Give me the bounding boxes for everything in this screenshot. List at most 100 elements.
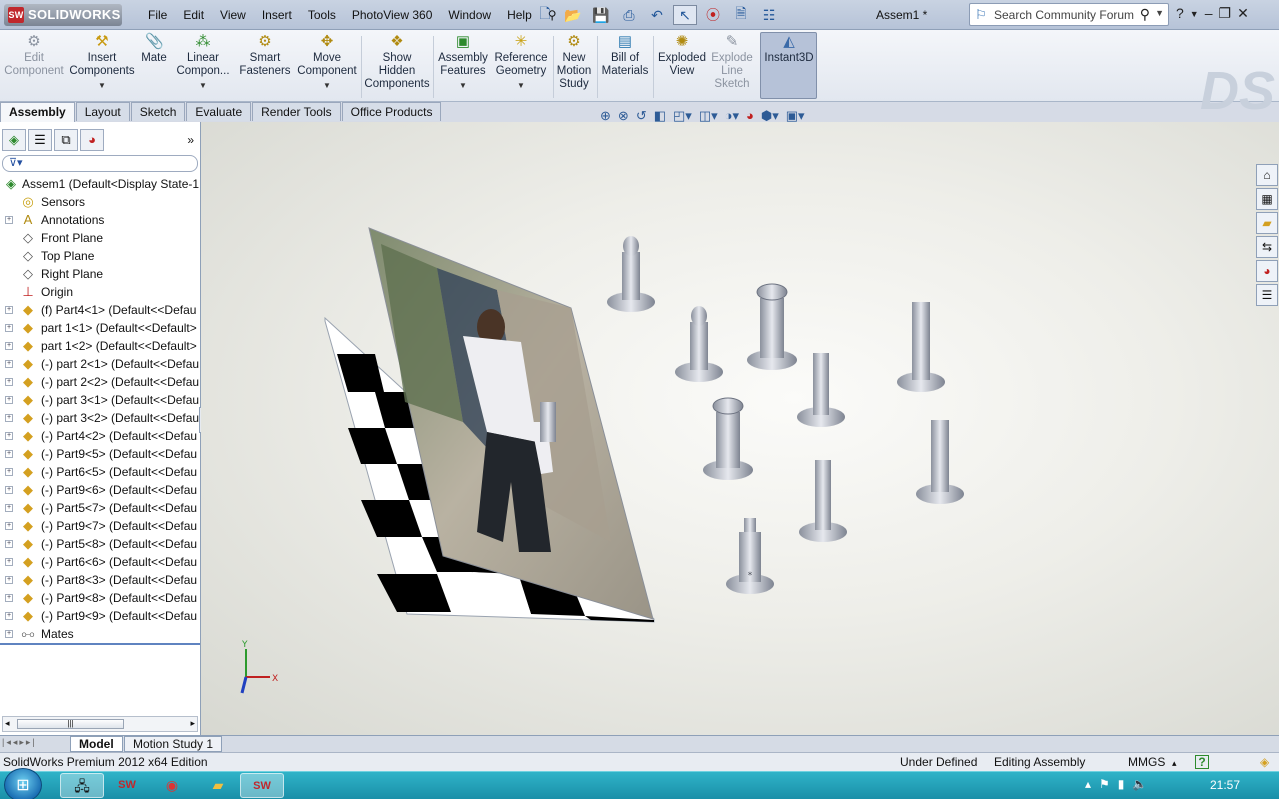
hide-show-items-icon[interactable]: ◑▾	[725, 108, 739, 124]
rebuild-traffic-light-icon[interactable]: ⦿	[701, 5, 725, 25]
expand-node-icon[interactable]: +	[5, 594, 13, 602]
minimize-icon[interactable]: –	[1205, 5, 1213, 22]
expand-node-icon[interactable]: +	[5, 630, 13, 638]
assembly-features-dropdown-icon[interactable]: ▼	[436, 79, 490, 92]
tree-item[interactable]: + ◆ (-) Part9<8> (Default<<Defau	[0, 589, 200, 607]
tab-sketch[interactable]: Sketch	[130, 102, 186, 121]
expand-node-icon[interactable]: +	[5, 306, 13, 314]
view-settings-icon[interactable]: ▣▾	[786, 108, 805, 124]
insert-components-button[interactable]: ⚒ Insert Components ▼	[68, 32, 136, 92]
tree-item[interactable]: + ⧟ Mates	[0, 625, 200, 643]
expand-node-icon[interactable]: +	[5, 396, 13, 404]
tree-root-assembly[interactable]: ◈ Assem1 (Default<Display State-1	[0, 175, 200, 193]
zoom-to-fit-icon[interactable]: ⊕	[600, 108, 611, 124]
tree-item[interactable]: + ◆ (-) Part5<8> (Default<<Defau	[0, 535, 200, 553]
tab-motion-study-1[interactable]: Motion Study 1	[124, 736, 223, 752]
expand-node-icon[interactable]: +	[5, 432, 13, 440]
design-library-icon[interactable]: ▦	[1256, 188, 1278, 210]
expand-node-icon[interactable]: +	[5, 378, 13, 386]
file-explorer-icon[interactable]: ▰	[1256, 212, 1278, 234]
previous-view-icon[interactable]: ↺	[636, 108, 647, 124]
tag-icon[interactable]: ◈	[1260, 755, 1269, 769]
edit-appearance-icon[interactable]: ◕	[746, 108, 754, 124]
unit-system-selector[interactable]: MMGS	[1128, 755, 1165, 769]
chess-piece-pawn[interactable]	[897, 302, 945, 392]
expand-node-icon[interactable]: +	[5, 558, 13, 566]
network-signal-icon[interactable]: ▮	[1118, 777, 1125, 791]
tree-item[interactable]: ◇ Right Plane	[0, 265, 200, 283]
tree-item[interactable]: ◎ Sensors	[0, 193, 200, 211]
scroll-left-icon[interactable]: ◂	[5, 718, 10, 729]
menu-photoview[interactable]: PhotoView 360	[344, 6, 441, 24]
chess-piece-pawn[interactable]	[797, 353, 845, 427]
expand-node-icon[interactable]: +	[5, 576, 13, 584]
doc-minimize-icon[interactable]: –	[1200, 122, 1206, 123]
tile-left-icon[interactable]: ◫	[1163, 122, 1173, 123]
menu-window[interactable]: Window	[440, 6, 499, 24]
tab-render-tools[interactable]: Render Tools	[252, 102, 341, 121]
propertymanager-tab-icon[interactable]: ☰	[28, 129, 52, 151]
chess-piece-rook[interactable]	[747, 283, 797, 370]
tab-model[interactable]: Model	[70, 736, 123, 752]
chess-piece-bishop[interactable]	[675, 306, 723, 382]
chess-piece-pawn[interactable]	[916, 420, 964, 504]
tree-item[interactable]: + ◆ (-) Part4<2> (Default<<Defau	[0, 427, 200, 445]
print-icon[interactable]: ⎙	[617, 5, 641, 25]
scroll-right-icon[interactable]: ▸	[190, 718, 195, 729]
linear-pattern-dropdown-icon[interactable]: ▼	[172, 79, 234, 92]
instant3d-button[interactable]: ◭ Instant3D	[762, 32, 816, 65]
show-hidden-components-button[interactable]: ❖ Show Hidden Components	[364, 32, 430, 91]
expand-node-icon[interactable]: +	[5, 360, 13, 368]
tree-item[interactable]: ◇ Front Plane	[0, 229, 200, 247]
linear-pattern-button[interactable]: ⁂ Linear Compon... ▼	[172, 32, 234, 92]
tree-item[interactable]: + ◆ (-) part 3<1> (Default<<Defau	[0, 391, 200, 409]
chess-piece-king[interactable]: *	[726, 518, 774, 594]
tree-horizontal-scrollbar[interactable]: ◂ ||| ▸	[2, 716, 198, 732]
new-document-icon[interactable]: 🗋	[533, 5, 557, 25]
home-icon[interactable]: ⌂	[1256, 164, 1278, 186]
doc-close-icon[interactable]: ✕	[1232, 122, 1241, 123]
taskbar-app-solidworks-icon[interactable]: SW	[105, 773, 149, 798]
mate-button[interactable]: 📎 Mate	[138, 32, 170, 65]
menu-view[interactable]: View	[212, 6, 254, 24]
save-icon[interactable]: 💾	[589, 5, 613, 25]
tree-item[interactable]: + ◆ (-) Part9<9> (Default<<Defau	[0, 607, 200, 625]
chess-piece-pawn[interactable]	[799, 460, 847, 542]
reference-geometry-button[interactable]: ✳ Reference Geometry ▼	[492, 32, 550, 92]
view-orientation-icon[interactable]: ◰▾	[673, 108, 692, 124]
tree-item[interactable]: + ◆ part 1<1> (Default<<Default>	[0, 319, 200, 337]
options-icon[interactable]: ☷	[757, 5, 781, 25]
explode-line-sketch-button[interactable]: ✎ Explode Line Sketch	[710, 32, 754, 91]
expand-node-icon[interactable]: +	[5, 414, 13, 422]
tab-office-products[interactable]: Office Products	[341, 102, 442, 121]
tree-item[interactable]: + ◆ (-) Part9<7> (Default<<Defau	[0, 517, 200, 535]
tree-item[interactable]: + ◆ (-) Part9<5> (Default<<Defau	[0, 445, 200, 463]
appearances-icon[interactable]: ◕	[1256, 260, 1278, 282]
tree-item[interactable]: + A Annotations	[0, 211, 200, 229]
tray-expand-icon[interactable]: ▴	[1085, 777, 1091, 791]
tile-right-icon[interactable]: ◫	[1181, 122, 1191, 123]
undo-icon[interactable]: ↶	[645, 5, 669, 25]
expand-node-icon[interactable]: +	[5, 216, 13, 224]
expand-node-icon[interactable]: +	[5, 468, 13, 476]
units-up-icon[interactable]: ▴	[1172, 758, 1177, 769]
expand-node-icon[interactable]: +	[5, 486, 13, 494]
chess-piece-rook[interactable]	[703, 397, 753, 480]
edit-component-button[interactable]: ⚙ Edit Component	[2, 32, 66, 78]
file-properties-icon[interactable]: 🗎	[729, 5, 753, 25]
apply-scene-icon[interactable]: ⬢▾	[761, 108, 779, 124]
bill-of-materials-button[interactable]: ▤ Bill of Materials	[600, 32, 650, 78]
expand-node-icon[interactable]: +	[5, 450, 13, 458]
assembly-features-button[interactable]: ▣ Assembly Features ▼	[436, 32, 490, 92]
taskbar-app-chrome-icon[interactable]: ◉	[150, 773, 194, 798]
model-viewport[interactable]: * Y X	[201, 122, 1279, 735]
expand-node-icon[interactable]: +	[5, 522, 13, 530]
tree-item[interactable]: ◇ Top Plane	[0, 247, 200, 265]
reference-geometry-dropdown-icon[interactable]: ▼	[492, 79, 550, 92]
expand-node-icon[interactable]: +	[5, 504, 13, 512]
move-component-button[interactable]: ✥ Move Component ▼	[296, 32, 358, 92]
tree-item[interactable]: + ◆ (-) Part6<6> (Default<<Defau	[0, 553, 200, 571]
displaymanager-tab-icon[interactable]: ◕	[80, 129, 104, 151]
help-icon[interactable]: ?	[1176, 5, 1184, 22]
section-view-icon[interactable]: ◧	[654, 108, 666, 124]
